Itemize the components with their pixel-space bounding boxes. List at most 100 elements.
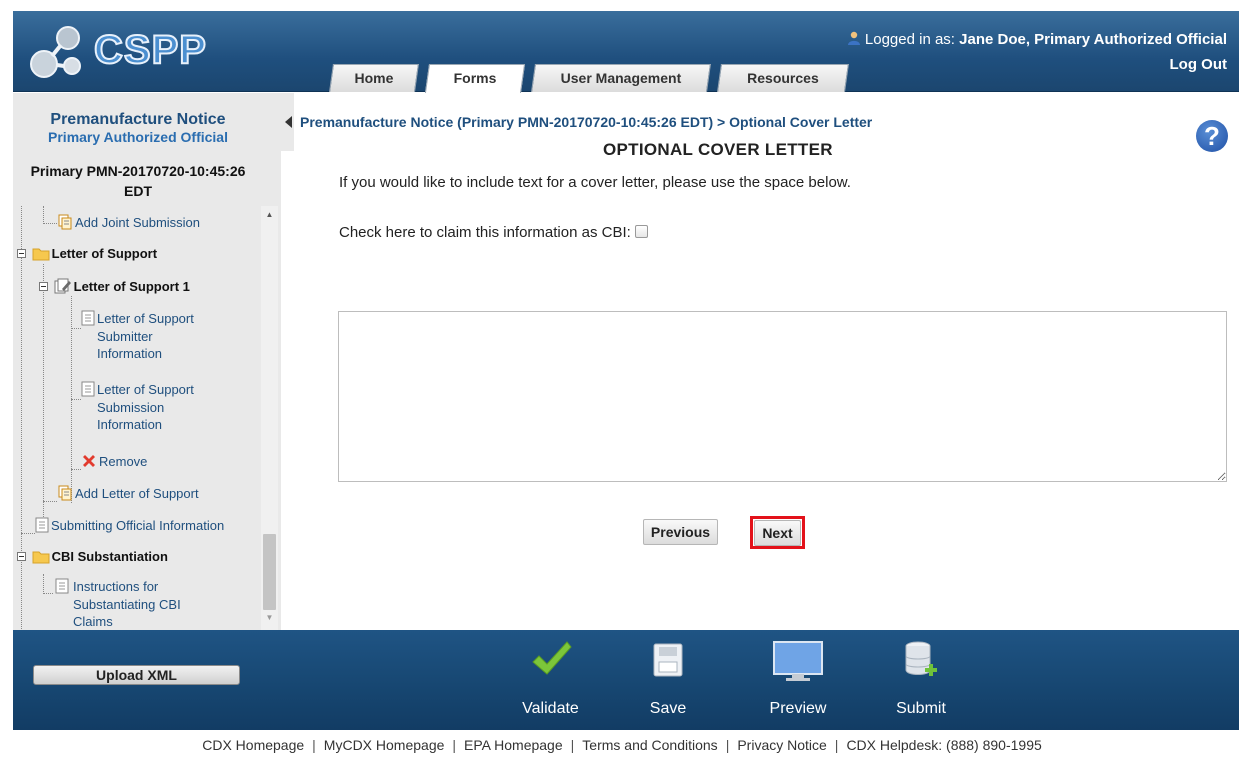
help-icon[interactable]: ? xyxy=(1196,120,1228,152)
tree-item-add-letter-of-support[interactable]: Add Letter of Support xyxy=(57,485,199,501)
add-document-icon xyxy=(58,214,72,230)
login-status: Logged in as: Jane Doe, Primary Authoriz… xyxy=(847,31,1227,48)
footer-separator: | xyxy=(570,737,575,753)
molecule-icon xyxy=(30,26,81,78)
checkmark-icon xyxy=(531,641,572,675)
document-icon xyxy=(35,517,49,533)
footer-separator: | xyxy=(312,737,316,753)
preview-label: Preview xyxy=(769,700,827,717)
footer-link-mycdx-homepage[interactable]: MyCDX Homepage xyxy=(324,737,445,753)
tree-item-letter-of-support-1[interactable]: Letter of Support 1 xyxy=(39,278,190,294)
user-icon xyxy=(847,31,860,45)
pmn-id-line1: Primary PMN-20170720-10:45:26 xyxy=(30,163,246,179)
document-icon xyxy=(81,381,95,397)
bottom-toolbar: Upload XML Validate Save Preview Submit xyxy=(13,630,1239,730)
tree-item-letter-of-support-submission-information[interactable]: Letter of Support Submission Information xyxy=(81,381,231,434)
tree-connector xyxy=(43,264,44,517)
submit-label: Submit xyxy=(896,700,946,717)
next-button[interactable]: Next xyxy=(754,520,801,546)
tree-label: Remove xyxy=(99,454,148,469)
database-add-icon xyxy=(905,641,937,676)
navigation-tree: Add Joint Submission Letter of Support L… xyxy=(13,206,263,630)
tree-label: Letter of Support Submitter Information xyxy=(97,311,194,361)
page-title: OPTIONAL COVER LETTER xyxy=(603,140,833,159)
tree-label: CBI Substantiation xyxy=(51,549,168,564)
tree-item-remove[interactable]: Remove xyxy=(81,453,147,469)
logged-in-prefix: Logged in as: xyxy=(864,31,960,48)
logout-link[interactable]: Log Out xyxy=(1170,56,1227,73)
sidebar-subtitle: Primary Authorized Official xyxy=(48,129,228,145)
tree-item-submitting-official-information[interactable]: Submitting Official Information xyxy=(35,517,224,533)
validate-button[interactable]: Validate xyxy=(513,638,588,728)
tree-item-add-joint-submission[interactable]: Add Joint Submission xyxy=(57,214,200,230)
tab-user-management[interactable]: User Management xyxy=(531,64,711,92)
cover-letter-textarea[interactable] xyxy=(338,311,1227,482)
tree-item-instructions-cbi-claims[interactable]: Instructions for Substantiating CBI Clai… xyxy=(55,578,255,630)
tab-user-management-label: User Management xyxy=(560,70,682,86)
collapse-toggle-icon[interactable] xyxy=(39,282,48,291)
tree-label: Add Letter of Support xyxy=(75,486,199,501)
tree-connector xyxy=(43,501,57,502)
cbi-checkbox[interactable] xyxy=(634,225,648,238)
tree-label: Letter of Support Submission Information xyxy=(97,382,194,432)
tree-label: Add Joint Submission xyxy=(75,215,201,230)
header-bar: CSPP Logged in as: Jane Doe, Primary Aut… xyxy=(13,11,1239,93)
tree-connector xyxy=(21,206,22,630)
sidebar: Premanufacture Notice Primary Authorized… xyxy=(13,93,281,630)
floppy-disk-icon xyxy=(653,643,683,677)
tab-home-label: Home xyxy=(354,70,394,86)
previous-button[interactable]: Previous xyxy=(643,519,718,545)
tree-label: Instructions for Substantiating CBI Clai… xyxy=(73,579,181,629)
cbi-claim-row: Check here to claim this information as … xyxy=(339,224,648,241)
tab-forms[interactable]: Forms xyxy=(424,64,526,93)
app-window: CSPP Logged in as: Jane Doe, Primary Aut… xyxy=(0,0,1244,762)
footer-link-epa-homepage[interactable]: EPA Homepage xyxy=(464,737,563,753)
cspp-logo: CSPP xyxy=(28,24,213,80)
collapse-toggle-icon[interactable] xyxy=(17,249,26,258)
document-icon xyxy=(55,578,69,594)
monitor-icon xyxy=(773,641,823,681)
footer-links: CDX Homepage | MyCDX Homepage | EPA Homepage… xyxy=(0,737,1244,753)
document-icon xyxy=(81,310,95,326)
tree-connector xyxy=(43,223,57,224)
collapse-sidebar-icon[interactable] xyxy=(285,116,292,128)
breadcrumb[interactable]: Premanufacture Notice (Primary PMN-20170… xyxy=(300,114,872,130)
tree-connector xyxy=(71,469,81,470)
tree-label: Letter of Support 1 xyxy=(73,279,190,294)
footer-link-privacy[interactable]: Privacy Notice xyxy=(737,737,826,753)
tree-item-cbi-substantiation[interactable]: CBI Substantiation xyxy=(17,549,168,564)
add-document-icon xyxy=(58,485,72,501)
upload-xml-button[interactable]: Upload XML xyxy=(33,665,240,685)
preview-button[interactable]: Preview xyxy=(758,638,838,728)
sidebar-scrollbar-thumb[interactable] xyxy=(263,534,276,610)
tree-connector xyxy=(43,574,44,594)
save-label: Save xyxy=(649,700,687,717)
footer-link-terms[interactable]: Terms and Conditions xyxy=(582,737,717,753)
tree-item-letter-of-support[interactable]: Letter of Support xyxy=(17,246,157,261)
logged-in-user: Jane Doe, Primary Authorized Official xyxy=(959,31,1227,48)
pmn-id-line2: EDT xyxy=(124,183,152,199)
tree-connector xyxy=(71,328,81,329)
tab-resources-label: Resources xyxy=(747,70,819,86)
scroll-down-arrow-icon[interactable]: ▼ xyxy=(261,613,278,625)
edit-document-icon xyxy=(54,278,71,294)
tree-label: Letter of Support xyxy=(51,246,158,261)
sidebar-title: Premanufacture Notice xyxy=(50,111,226,128)
footer-link-helpdesk[interactable]: CDX Helpdesk: (888) 890-1995 xyxy=(846,737,1041,753)
tree-connector xyxy=(43,593,53,594)
tab-home[interactable]: Home xyxy=(329,64,419,92)
footer-separator: | xyxy=(725,737,730,753)
footer-separator: | xyxy=(452,737,457,753)
tab-resources[interactable]: Resources xyxy=(717,64,849,92)
tree-item-letter-of-support-submitter-information[interactable]: Letter of Support Submitter Information xyxy=(81,310,231,363)
sidebar-pmn-id: Primary PMN-20170720-10:45:26 EDT xyxy=(13,161,263,201)
save-button[interactable]: Save xyxy=(638,638,698,728)
folder-icon xyxy=(32,248,50,261)
app-name: CSPP xyxy=(93,27,207,73)
tree-label: Submitting Official Information xyxy=(51,518,225,533)
tree-connector xyxy=(43,206,44,224)
scroll-up-arrow-icon[interactable]: ▲ xyxy=(261,210,278,222)
footer-link-cdx-homepage[interactable]: CDX Homepage xyxy=(202,737,304,753)
submit-button[interactable]: Submit xyxy=(891,638,951,728)
collapse-toggle-icon[interactable] xyxy=(17,552,26,561)
